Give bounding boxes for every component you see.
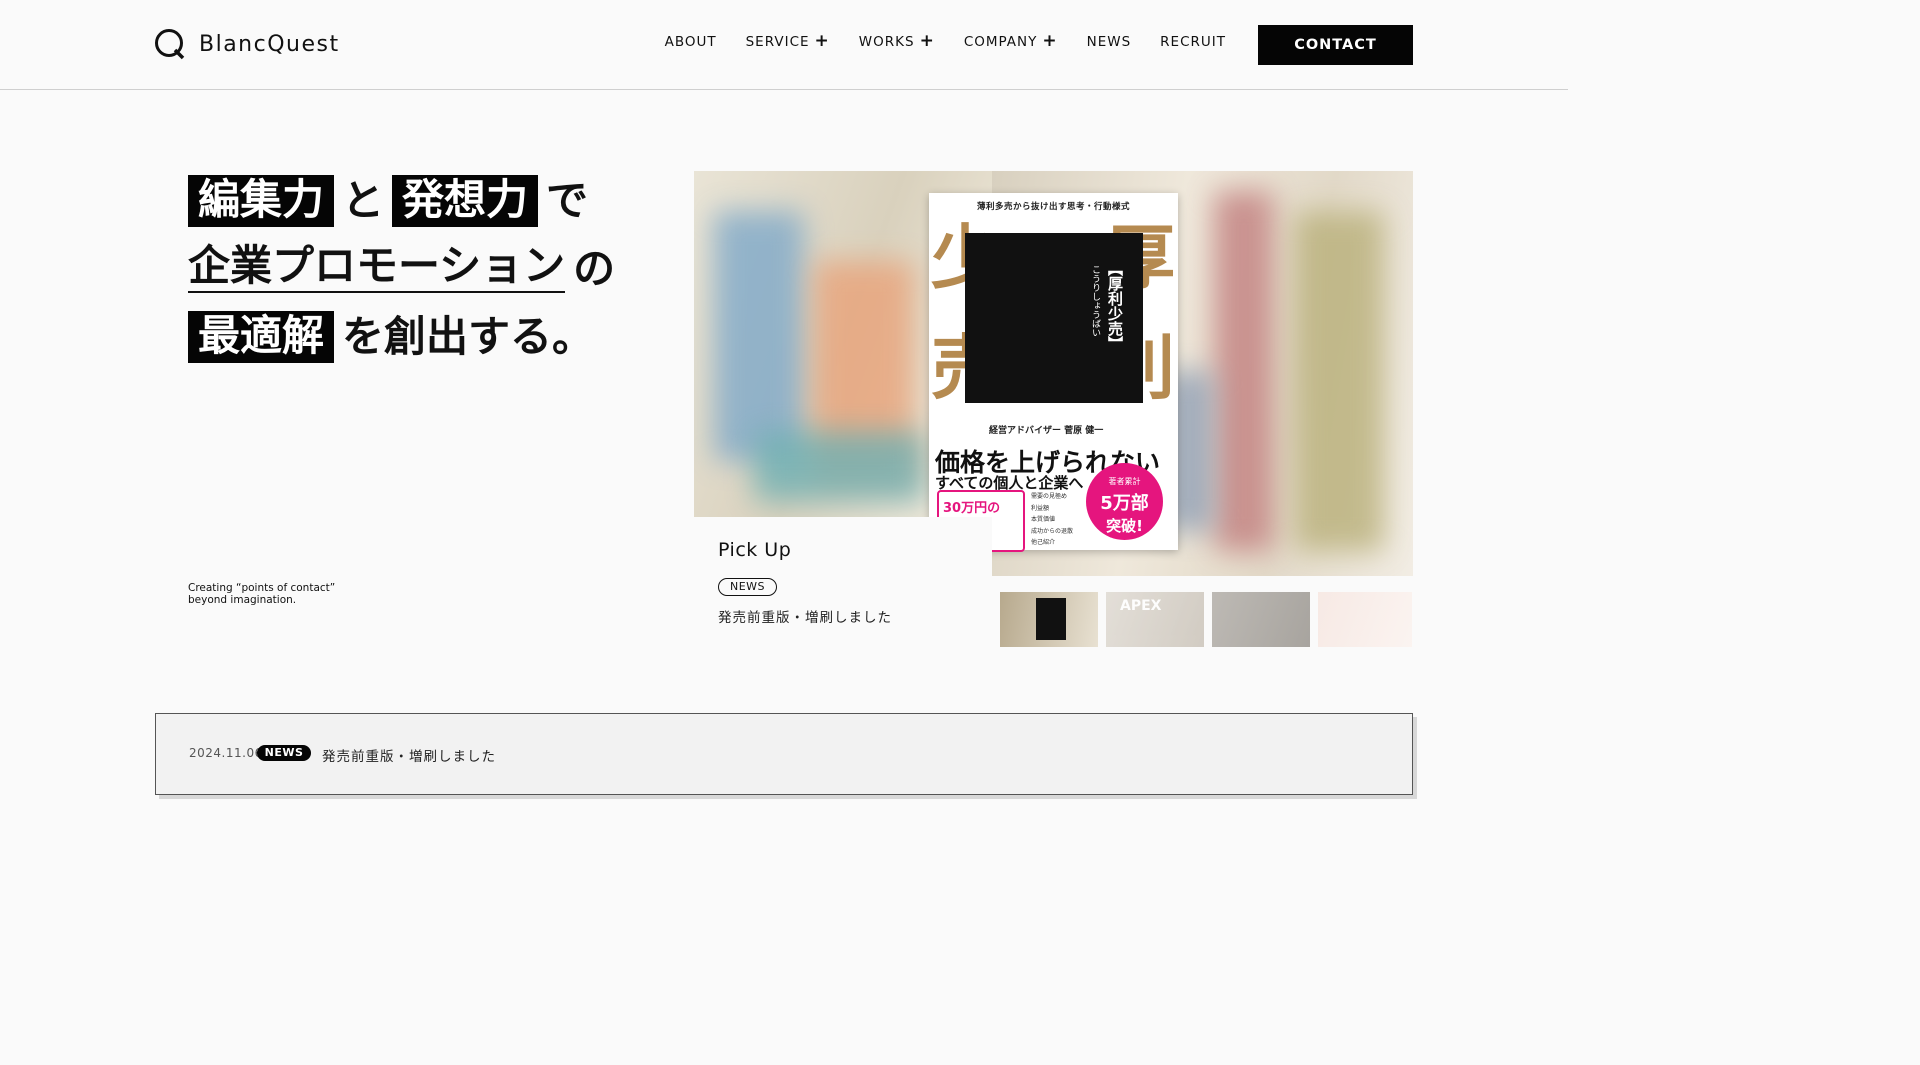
headline-highlight: 発想力 [392,174,539,227]
site-header: BlancQuest ABOUT SERVICE + WORKS + COMPA… [0,0,1568,90]
headline-text: と [342,175,385,225]
blurred-books [714,211,804,461]
pickup-title: Pick Up [718,539,792,561]
slider-thumbnail-4[interactable] [1318,592,1412,647]
cover-title: 【厚利少売】 [1106,261,1124,351]
cover-checklist-item: 利益額 [1031,504,1050,512]
news-title: 発売前重版・増刷しました [322,749,496,765]
cover-title-block: 【厚利少売】 こうりしょうばい [965,233,1143,403]
nav-company-label: COMPANY [963,33,1038,50]
headline-line-1: 編集力 と 発想力 で [188,172,623,229]
blurred-books [1294,211,1384,551]
headline-text: で [546,175,589,225]
slider-thumbnail-3[interactable] [1212,592,1310,647]
thumbnail-label: APEX [1120,598,1162,614]
headline-underlined: 企業プロモーション [188,244,566,293]
main-nav: ABOUT SERVICE + WORKS + COMPANY + NEWS R… [636,33,1226,50]
blurred-books [754,431,924,501]
news-date: 2024.11.06 [189,746,263,760]
cover-checklist-item: 需要の見極め [1031,493,1068,500]
cover-badge: 著者累計 5万部 突破! [1086,463,1163,540]
logo[interactable]: BlancQuest [154,28,340,60]
headline-text: を創出する。 [342,311,595,361]
cover-top-text: 薄利多売から抜け出す思考・行動様式 [976,202,1130,212]
headline-highlight: 最適解 [188,310,335,363]
logo-text: BlancQuest [199,31,340,57]
nav-about[interactable]: ABOUT [665,33,717,50]
pickup-description-link[interactable]: 発売前重版・増刷しました [718,606,892,626]
tagline-line-2: beyond imagination. [188,594,297,606]
nav-news[interactable]: NEWS [1087,33,1132,50]
contact-button[interactable]: CONTACT [1258,25,1413,65]
nav-company[interactable]: COMPANY + [964,33,1058,50]
thumbnail-book [1036,598,1066,640]
badge-medium-text: 突破! [1106,517,1143,535]
logo-q-icon [155,29,185,60]
plus-icon: + [814,31,830,51]
hero-tagline: Creating “points of contact” beyond imag… [188,582,335,606]
cover-author: 経営アドバイザー 菅原 健一 [989,426,1104,436]
nav-about-label: ABOUT [664,33,717,50]
headline-highlight: 編集力 [188,174,335,227]
book-cover: 薄利多売から抜け出す思考・行動様式 少 厚 売 利 【厚利少売】 こうりしょうば… [929,193,1178,552]
cover-reading: こうりしょうばい [1090,265,1100,337]
badge-large-text: 5万部 [1100,493,1149,514]
nav-recruit[interactable]: RECRUIT [1160,33,1226,50]
nav-works-label: WORKS [858,33,915,50]
headline-line-2: 企業プロモーション の [188,240,623,297]
nav-recruit-label: RECRUIT [1160,33,1226,50]
nav-service-label: SERVICE [745,33,810,50]
badge-small-text: 著者累計 [1108,477,1141,486]
news-ticker[interactable]: 2024.11.06 NEWS 発売前重版・増刷しました [155,713,1413,795]
cover-checklist-item: 他己紹介 [1031,539,1056,546]
cover-checklist-item: 本質価値 [1031,516,1056,523]
news-category-tag: NEWS [257,745,311,761]
nav-service[interactable]: SERVICE + [746,33,830,50]
blurred-books [1214,191,1274,551]
hero-headline: 編集力 と 発想力 で 企業プロモーション の 最適解 を創出する。 [188,172,623,376]
cover-frame-text: 30万円の [943,501,1001,516]
plus-icon: + [919,31,935,51]
cover-checklist-item: 成功からの退散 [1031,527,1074,535]
nav-works[interactable]: WORKS + [859,33,935,50]
pickup-category-tag: NEWS [718,578,777,596]
plus-icon: + [1042,31,1058,51]
slider-thumbnail-2[interactable]: APEX [1106,592,1204,647]
headline-text: の [573,243,616,293]
nav-news-label: NEWS [1086,33,1132,50]
slider-thumbnails: APEX [1000,592,1412,647]
slider-thumbnail-1[interactable] [1000,592,1098,647]
cover-checklist: 需要の見極め 利益額 本質価値 成功からの退散 他己紹介 [1031,491,1073,549]
headline-line-3: 最適解 を創出する。 [188,308,623,365]
tagline-line-1: Creating “points of contact” [188,582,336,594]
